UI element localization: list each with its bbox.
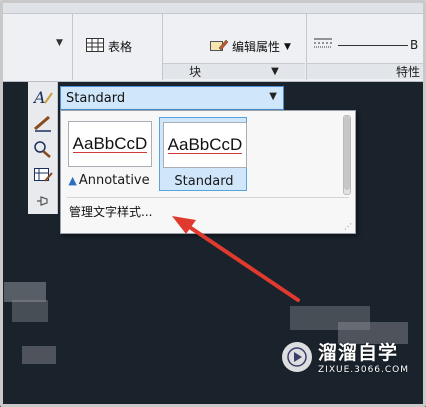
watermark: 溜溜自学 ZIXUE.3066.COM — [282, 338, 409, 375]
scrollbar-thumb[interactable] — [344, 116, 350, 190]
edit-attributes-button[interactable]: 编辑属性 ▼ — [210, 38, 291, 55]
linetype-label: B — [410, 38, 419, 52]
text-style-select-value: Standard — [66, 90, 126, 106]
style-name: Standard — [174, 174, 234, 189]
menu-divider — [67, 197, 349, 198]
pixelated-area — [12, 300, 48, 322]
multileader-style-icon[interactable] — [31, 138, 55, 160]
watermark-url: ZIXUE.3066.COM — [318, 365, 410, 375]
preview-baseline — [168, 153, 242, 154]
manage-text-styles-item[interactable]: 管理文字样式... — [69, 203, 152, 220]
table-style-icon[interactable] — [31, 164, 55, 186]
ribbon-divider — [72, 14, 73, 80]
annotative-icon: ▲ — [68, 174, 77, 187]
ribbon: ▼ 表格 编辑属性 ▼ 块 ▼ 特性 B — [0, 0, 426, 82]
chevron-down-icon[interactable]: ▼ — [56, 38, 63, 48]
gallery-scrollbar[interactable] — [343, 115, 351, 195]
style-preview: AaBbCcD — [68, 121, 152, 167]
style-swatch-standard[interactable]: AaBbCcD Standard — [159, 117, 247, 191]
edit-attributes-icon — [210, 38, 229, 55]
style-name-text: Annotative — [78, 173, 150, 188]
table-icon — [86, 38, 104, 55]
style-preview-text: AaBbCcD — [167, 135, 243, 154]
pixelated-area — [4, 282, 46, 302]
properties-group-label: 特性 — [395, 65, 420, 79]
edit-attributes-label: 编辑属性 — [232, 40, 281, 54]
lineweight-icon[interactable] — [314, 38, 332, 50]
pin-icon[interactable] — [31, 190, 55, 212]
linetype-preview[interactable] — [338, 45, 408, 46]
block-group-label: 块 — [189, 65, 202, 79]
watermark-title: 溜溜自学 — [318, 342, 399, 364]
text-style-icon[interactable]: A — [31, 86, 55, 108]
pixelated-area — [22, 346, 56, 364]
style-preview-text: AaBbCcD — [72, 134, 148, 153]
style-swatch-annotative[interactable]: AaBbCcD ▲ Annotative — [65, 117, 153, 191]
resize-grip-icon[interactable]: ⋰ — [344, 222, 352, 231]
text-style-select[interactable]: Standard ▼ — [60, 86, 284, 110]
style-name: ▲ Annotative — [65, 173, 153, 188]
table-button-label: 表格 — [108, 40, 133, 54]
ribbon-group-block[interactable]: 块 ▼ — [163, 63, 305, 79]
annotation-style-toolbar: A — [28, 82, 58, 214]
dimension-style-icon[interactable] — [31, 112, 55, 134]
table-button[interactable]: 表格 — [86, 38, 132, 55]
play-logo-icon — [282, 341, 312, 372]
chevron-down-icon[interactable]: ▼ — [284, 42, 291, 52]
text-style-gallery: AaBbCcD ▲ Annotative AaBbCcD Standard 管理文… — [60, 110, 356, 234]
preview-baseline — [73, 152, 147, 153]
ribbon-group-properties[interactable]: 特性 — [307, 63, 426, 79]
ribbon-title-strip — [0, 0, 426, 14]
style-preview: AaBbCcD — [163, 122, 247, 168]
chevron-down-icon[interactable]: ▼ — [271, 66, 279, 77]
chevron-down-icon[interactable]: ▼ — [269, 91, 277, 102]
svg-text:A: A — [33, 88, 46, 107]
